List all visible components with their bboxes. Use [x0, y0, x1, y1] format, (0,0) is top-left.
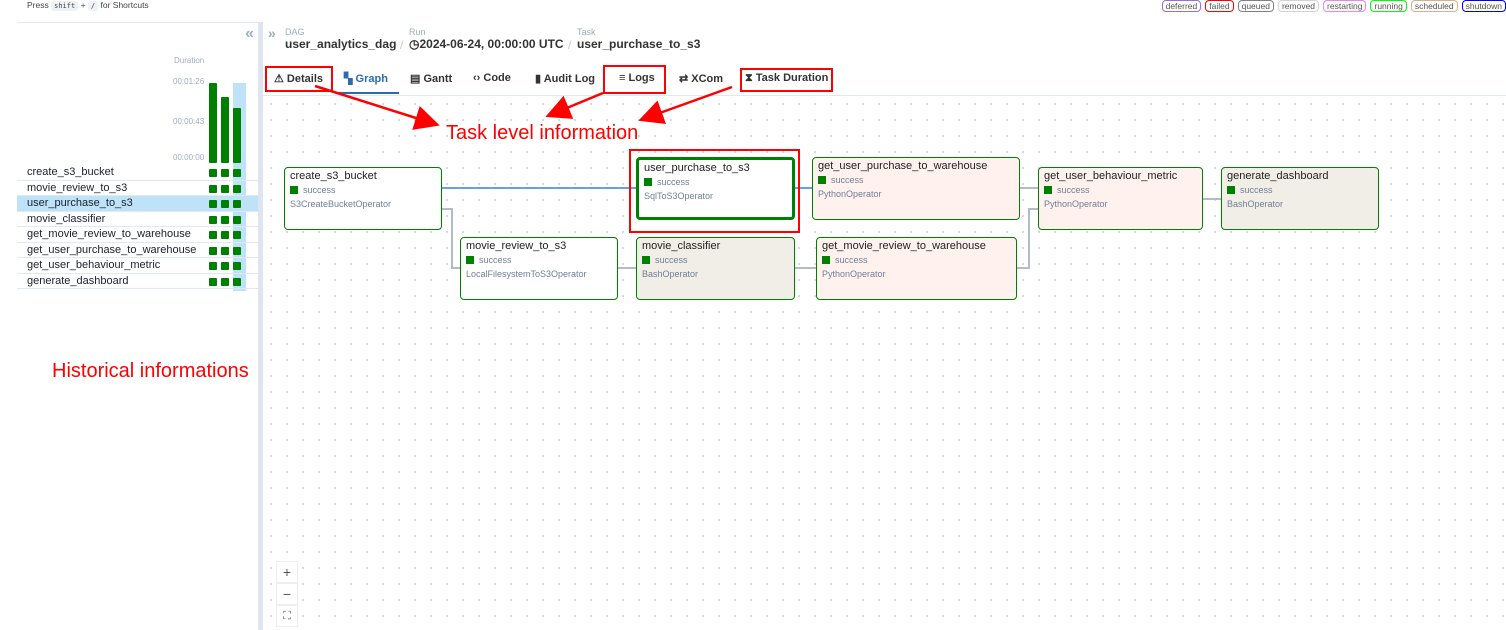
- arrow: [638, 85, 733, 124]
- arrow: [545, 91, 604, 119]
- annotation-task-level: Task level information: [446, 122, 639, 144]
- annotation-historical: Historical informations: [52, 360, 249, 382]
- arrow: [314, 84, 440, 130]
- annotation-arrows: [314, 84, 733, 130]
